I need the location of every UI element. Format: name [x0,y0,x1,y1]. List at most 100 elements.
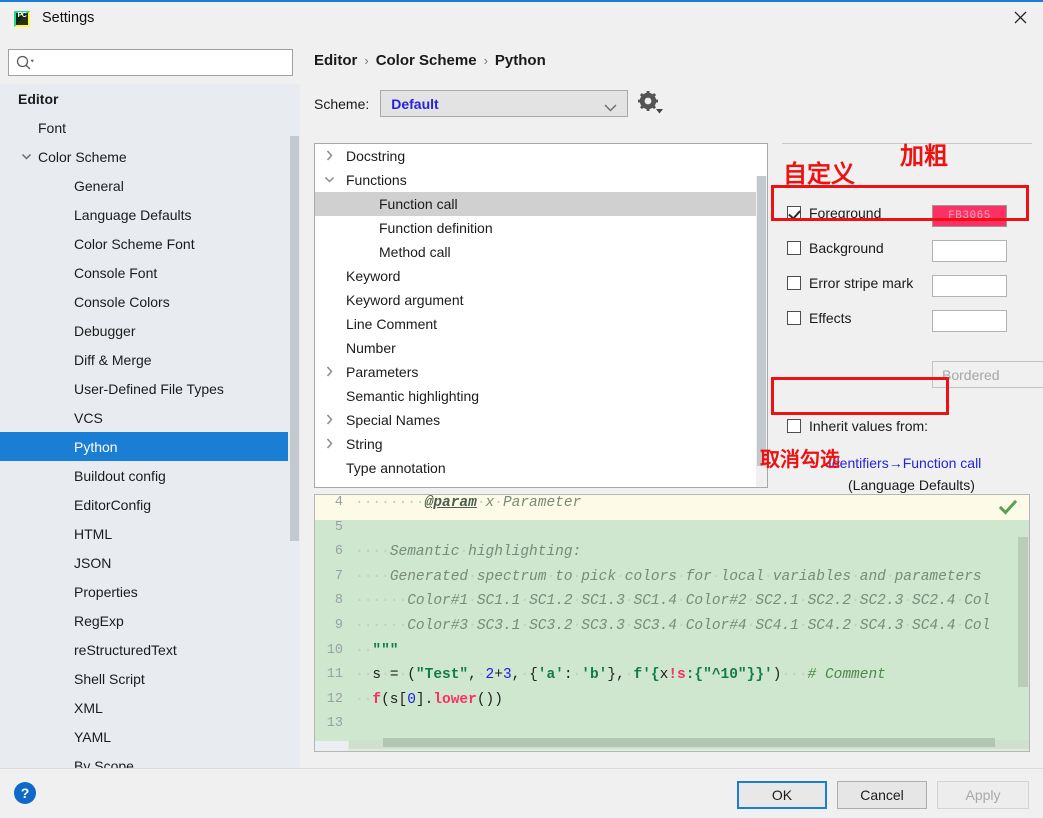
settings-tree[interactable]: Editor Font Color Scheme General Language De… [0,84,300,770]
attribute-item-semantic-highlighting[interactable]: Semantic highlighting [315,384,767,408]
chevron-collapsed-icon[interactable] [323,365,336,378]
sidebar-item-editor[interactable]: Editor [0,84,300,113]
foreground-checkbox[interactable] [787,206,801,220]
attribute-options-panel: Bold Italic Foreground FB3065 Background [782,143,1043,493]
attribute-item-function-definition[interactable]: Function definition [315,216,767,240]
foreground-color-swatch[interactable]: FB3065 [932,205,1007,227]
attributes-scrollbar[interactable] [756,176,767,487]
attribute-item-label: Function call [379,196,458,212]
preview-vertical-scrollbar-thumb[interactable] [1018,537,1028,687]
whitespace-dot: · [372,495,382,511]
effect-type-dropdown[interactable]: Bordered [932,361,1043,388]
preview-line-code: ··f(s[0].lower()) [355,691,503,708]
sidebar-item-regexp[interactable]: RegExp [0,606,300,635]
scheme-dropdown[interactable]: Default [380,90,629,117]
scheme-label: Scheme: [314,95,370,112]
attributes-scrollbar-thumb[interactable] [757,176,766,466]
error-stripe-checkbox[interactable] [787,276,801,290]
code-preview[interactable]: 4 ········@param·x·Parameter 5 6 ····Semanti… [314,494,1030,752]
chevron-collapsed-icon[interactable] [323,413,336,426]
sidebar-item-yaml[interactable]: YAML [0,722,300,751]
sidebar-item-user-defined-file-types[interactable]: User-Defined File Types [0,374,300,403]
sidebar-item-html[interactable]: HTML [0,519,300,548]
whitespace-dot: · [381,617,390,634]
sidebar-item-diff-merge[interactable]: Diff & Merge [0,345,300,374]
whitespace-dot: · [415,495,425,511]
attribute-item-special-names[interactable]: Special Names [315,408,767,432]
sidebar-item-label: Color Scheme [38,148,127,165]
inherit-values-checkbox[interactable] [787,419,801,433]
whitespace-dot: · [381,593,390,610]
ok-button[interactable]: OK [737,781,827,809]
attribute-item-keyword[interactable]: Keyword [315,264,767,288]
preview-horizontal-scrollbar-thumb[interactable] [383,738,995,747]
docstring-text: Parameter [502,495,582,511]
whitespace-dot: · [355,495,364,511]
sidebar-item-json[interactable]: JSON [0,548,300,577]
attribute-item-label: Number [346,340,396,356]
whitespace-dot: · [398,617,408,634]
error-stripe-color-swatch[interactable] [932,275,1007,297]
chevron-expanded-icon[interactable] [20,150,34,164]
search-box[interactable] [8,49,293,76]
inherit-source-link[interactable]: Identifiers→Function call [828,455,981,471]
sidebar-item-color-scheme-font[interactable]: Color Scheme Font [0,229,300,258]
preview-line: 9 ······Color#3·SC3.1·SC3.2·SC3.3·SC3.4·C… [315,617,1029,643]
sidebar-item-vcs[interactable]: VCS [0,403,300,432]
gear-icon[interactable] [638,91,664,115]
attribute-item-string[interactable]: String [315,432,767,456]
sidebar-item-buildout-config[interactable]: Buildout config [0,461,300,490]
effects-label: Effects [809,310,852,326]
chevron-collapsed-icon[interactable] [323,437,336,450]
attribute-item-function-call[interactable]: Function call [315,192,767,216]
attribute-item-keyword-argument[interactable]: Keyword argument [315,288,767,312]
help-button[interactable]: ? [14,782,36,804]
attribute-item-line-comment[interactable]: Line Comment [315,312,767,336]
sidebar-item-general[interactable]: General [0,171,300,200]
attribute-item-label: Line Comment [346,316,438,332]
sidebar-item-language-defaults[interactable]: Language Defaults [0,200,300,229]
preview-horizontal-scrollbar[interactable] [349,738,1029,749]
whitespace-dot: · [355,617,364,634]
error-stripe-label: Error stripe mark [809,275,914,291]
color-attributes-list[interactable]: Docstring Functions Function call Function … [314,143,768,488]
chevron-expanded-icon[interactable] [323,173,336,186]
attribute-item-method-call[interactable]: Method call [315,240,767,264]
sidebar-item-debugger[interactable]: Debugger [0,316,300,345]
cancel-button[interactable]: Cancel [837,781,927,809]
sidebar-item-label: Console Colors [74,293,170,310]
tree-scrollbar-thumb[interactable] [290,136,299,541]
close-icon[interactable] [997,2,1043,33]
search-input[interactable] [37,50,287,75]
pycharm-icon [14,11,30,27]
effects-row: Effects [787,310,1030,332]
sidebar-item-xml[interactable]: XML [0,693,300,722]
preview-line-number: 10 [326,642,343,658]
preview-line-number: 8 [334,593,343,609]
sidebar-item-properties[interactable]: Properties [0,577,300,606]
background-color-swatch[interactable] [932,240,1007,262]
chevron-collapsed-icon[interactable] [323,149,336,162]
effects-color-swatch[interactable] [932,310,1007,332]
inherit-values-row[interactable]: Inherit values from: [787,418,928,434]
sidebar-item-python[interactable]: Python [0,432,300,461]
sidebar-item-font[interactable]: Font [0,113,300,142]
sidebar-item-shell-script[interactable]: Shell Script [0,664,300,693]
sidebar-item-label: Debugger [74,322,136,339]
sidebar-item-label: XML [74,699,103,716]
string-token: 'b' [581,667,608,684]
effects-checkbox[interactable] [787,311,801,325]
background-checkbox[interactable] [787,241,801,255]
tree-scrollbar[interactable] [288,84,300,770]
attribute-item-docstring[interactable]: Docstring [315,144,767,168]
sidebar-item-console-colors[interactable]: Console Colors [0,287,300,316]
sidebar-item-editorconfig[interactable]: EditorConfig [0,490,300,519]
attribute-item-parameters[interactable]: Parameters [315,360,767,384]
attribute-item-type-annotation[interactable]: Type annotation [315,456,767,480]
title-bar: Settings [0,2,1043,35]
sidebar-item-restructuredtext[interactable]: reStructuredText [0,635,300,664]
sidebar-item-console-font[interactable]: Console Font [0,258,300,287]
attribute-item-number[interactable]: Number [315,336,767,360]
attribute-item-functions[interactable]: Functions [315,168,767,192]
sidebar-item-color-scheme[interactable]: Color Scheme [0,142,300,171]
